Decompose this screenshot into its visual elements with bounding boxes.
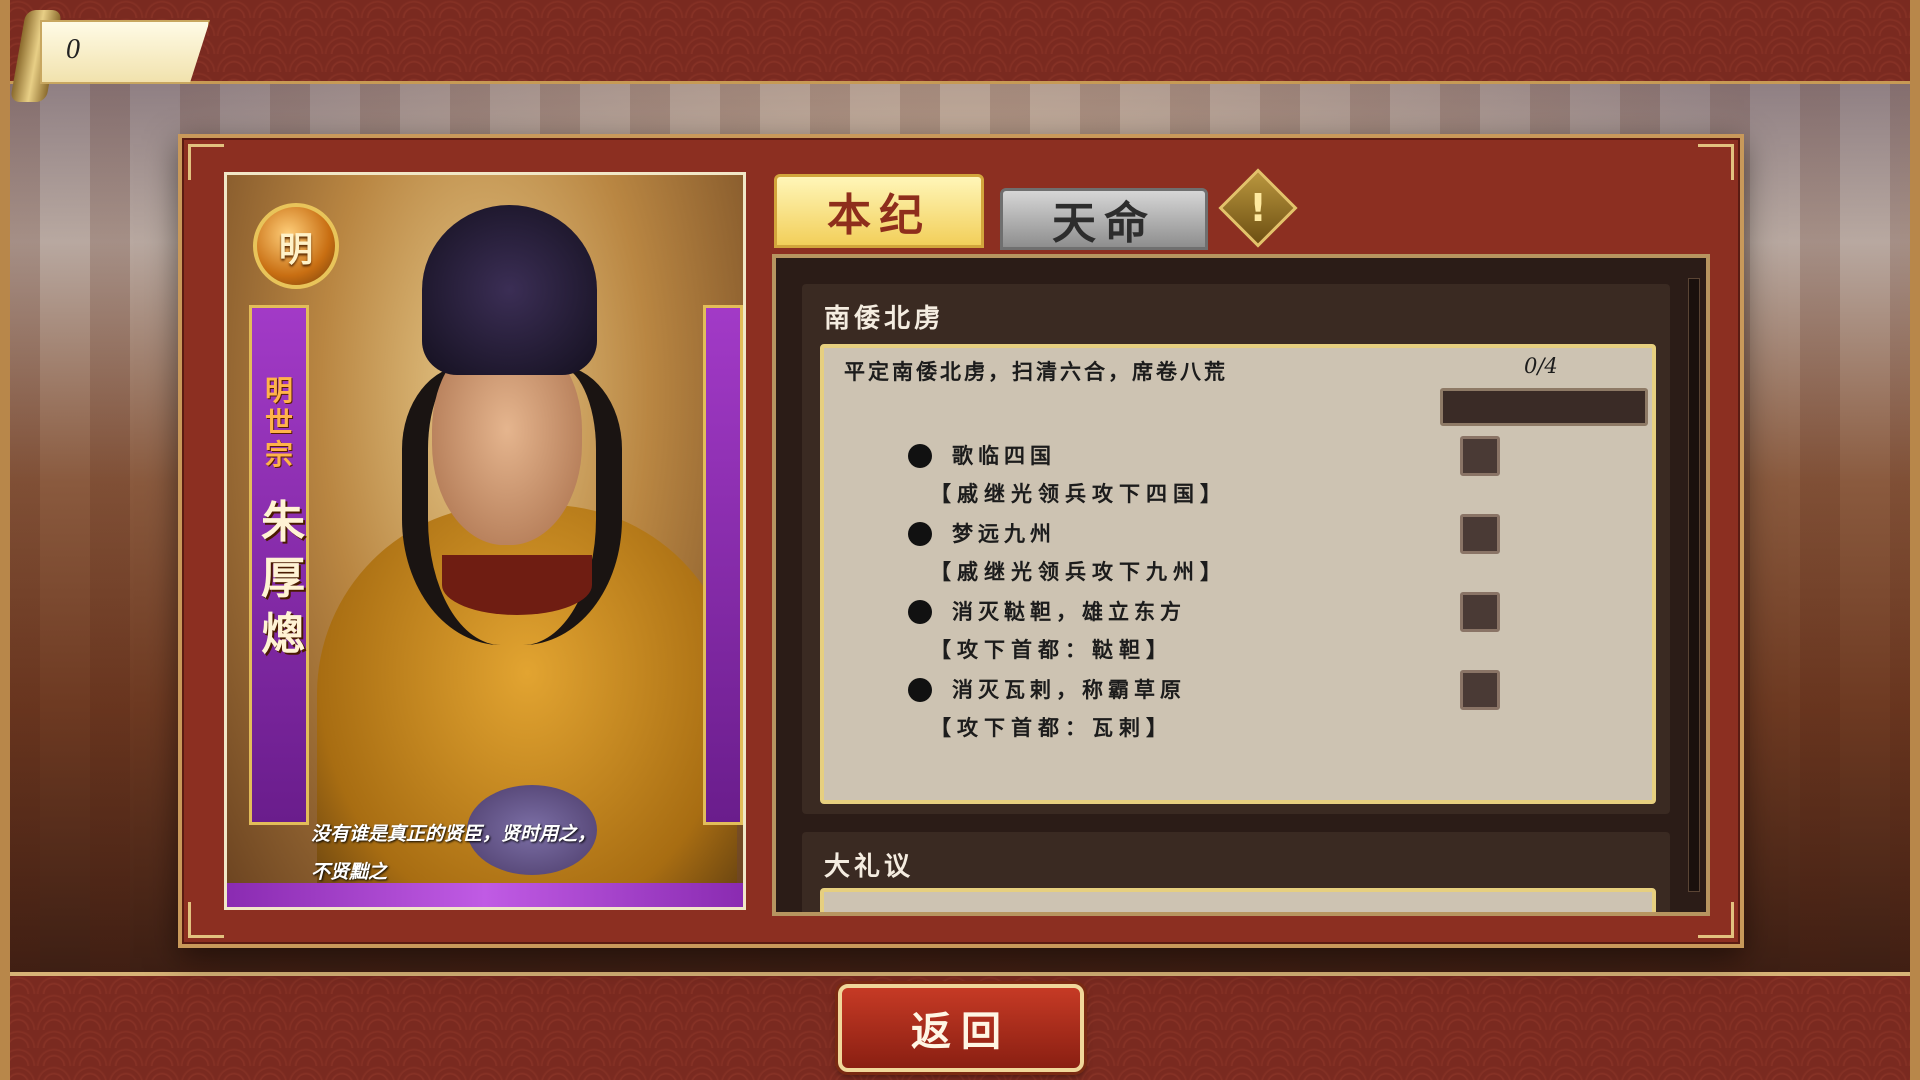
quest-panel: 南倭北虏 平定南倭北虏，扫清六合，席卷八荒 0/4 歌临四国 【戚继光领兵攻下四…: [772, 254, 1710, 916]
quest-section-title: 大礼议: [824, 852, 915, 882]
quest-section-title: 南倭北虏: [824, 304, 945, 334]
quest-panel-scrollbar[interactable]: [1688, 278, 1700, 892]
frame-right-edge: [1910, 0, 1920, 1080]
corner-ornament: [1698, 144, 1734, 180]
subquest-condition: 【戚继光领兵攻下四国】: [930, 481, 1227, 506]
frame-left-edge: [0, 0, 10, 1080]
quest-progress-text: 0/4: [1524, 354, 1558, 378]
tab-destiny[interactable]: 天命: [1000, 188, 1208, 250]
checkbox-icon: [1460, 592, 1500, 632]
quest-section: 南倭北虏 平定南倭北虏，扫清六合，席卷八荒 0/4 歌临四国 【戚继光领兵攻下四…: [802, 284, 1670, 814]
quest-details: [820, 888, 1656, 912]
checkbox-icon: [1460, 670, 1500, 710]
character-hat: [422, 205, 597, 375]
quest-progress-bar: [1440, 388, 1648, 426]
subquest-condition: 【攻下首都：鞑靼】: [930, 637, 1173, 662]
corner-ornament: [188, 144, 224, 180]
back-button[interactable]: 返回: [838, 984, 1084, 1072]
checkbox-icon: [1460, 436, 1500, 476]
corner-ornament: [188, 902, 224, 938]
subquest-condition: 【攻下首都：瓦剌】: [930, 715, 1173, 740]
subquest-title: 歌临四国: [952, 443, 1056, 468]
card-side-border: [703, 305, 743, 825]
character-quote-line: 没有谁是真正的贤臣，贤时用之，: [311, 823, 597, 845]
character-collar: [442, 555, 592, 615]
subquest-title: 消灭瓦剌，称霸草原: [952, 677, 1186, 702]
subquest-condition: 【戚继光领兵攻下九州】: [930, 559, 1227, 584]
quest-description: 平定南倭北虏，扫清六合，席卷八荒: [844, 359, 1228, 384]
bullet-icon: [908, 600, 932, 624]
resource-counter-value: 0: [66, 34, 80, 65]
character-name: 朱厚熜: [261, 497, 305, 660]
card-bottom-border: [227, 883, 743, 907]
checkbox-icon: [1460, 514, 1500, 554]
bullet-icon: [908, 678, 932, 702]
bullet-icon: [908, 444, 932, 468]
quest-details: 平定南倭北虏，扫清六合，席卷八荒 0/4 歌临四国 【戚继光领兵攻下四国】 梦远…: [820, 344, 1656, 804]
dynasty-emblem-text: 明: [279, 229, 313, 270]
chronicle-dialog: 明 明世宗 朱厚熜 没有谁是真正的贤臣，贤时用之， 不贤黜之 本纪 天命 ! 南…: [178, 134, 1744, 948]
character-card: 明 明世宗 朱厚熜 没有谁是真正的贤臣，贤时用之， 不贤黜之: [224, 172, 746, 910]
quest-section: 大礼议: [802, 832, 1670, 912]
subquest-title: 梦远九州: [952, 521, 1056, 546]
dynasty-emblem-icon: 明: [253, 203, 339, 289]
character-quote: 没有谁是真正的贤臣，贤时用之， 不贤黜之: [311, 815, 711, 891]
top-banner: [0, 0, 1920, 84]
subquest-title: 消灭鞑靼，雄立东方: [952, 599, 1186, 624]
tab-chronicle[interactable]: 本纪: [774, 174, 984, 248]
bullet-icon: [908, 522, 932, 546]
character-title: 明世宗: [264, 374, 293, 471]
alert-exclamation[interactable]: !: [1230, 180, 1286, 236]
resource-counter: 0: [9, 10, 218, 102]
